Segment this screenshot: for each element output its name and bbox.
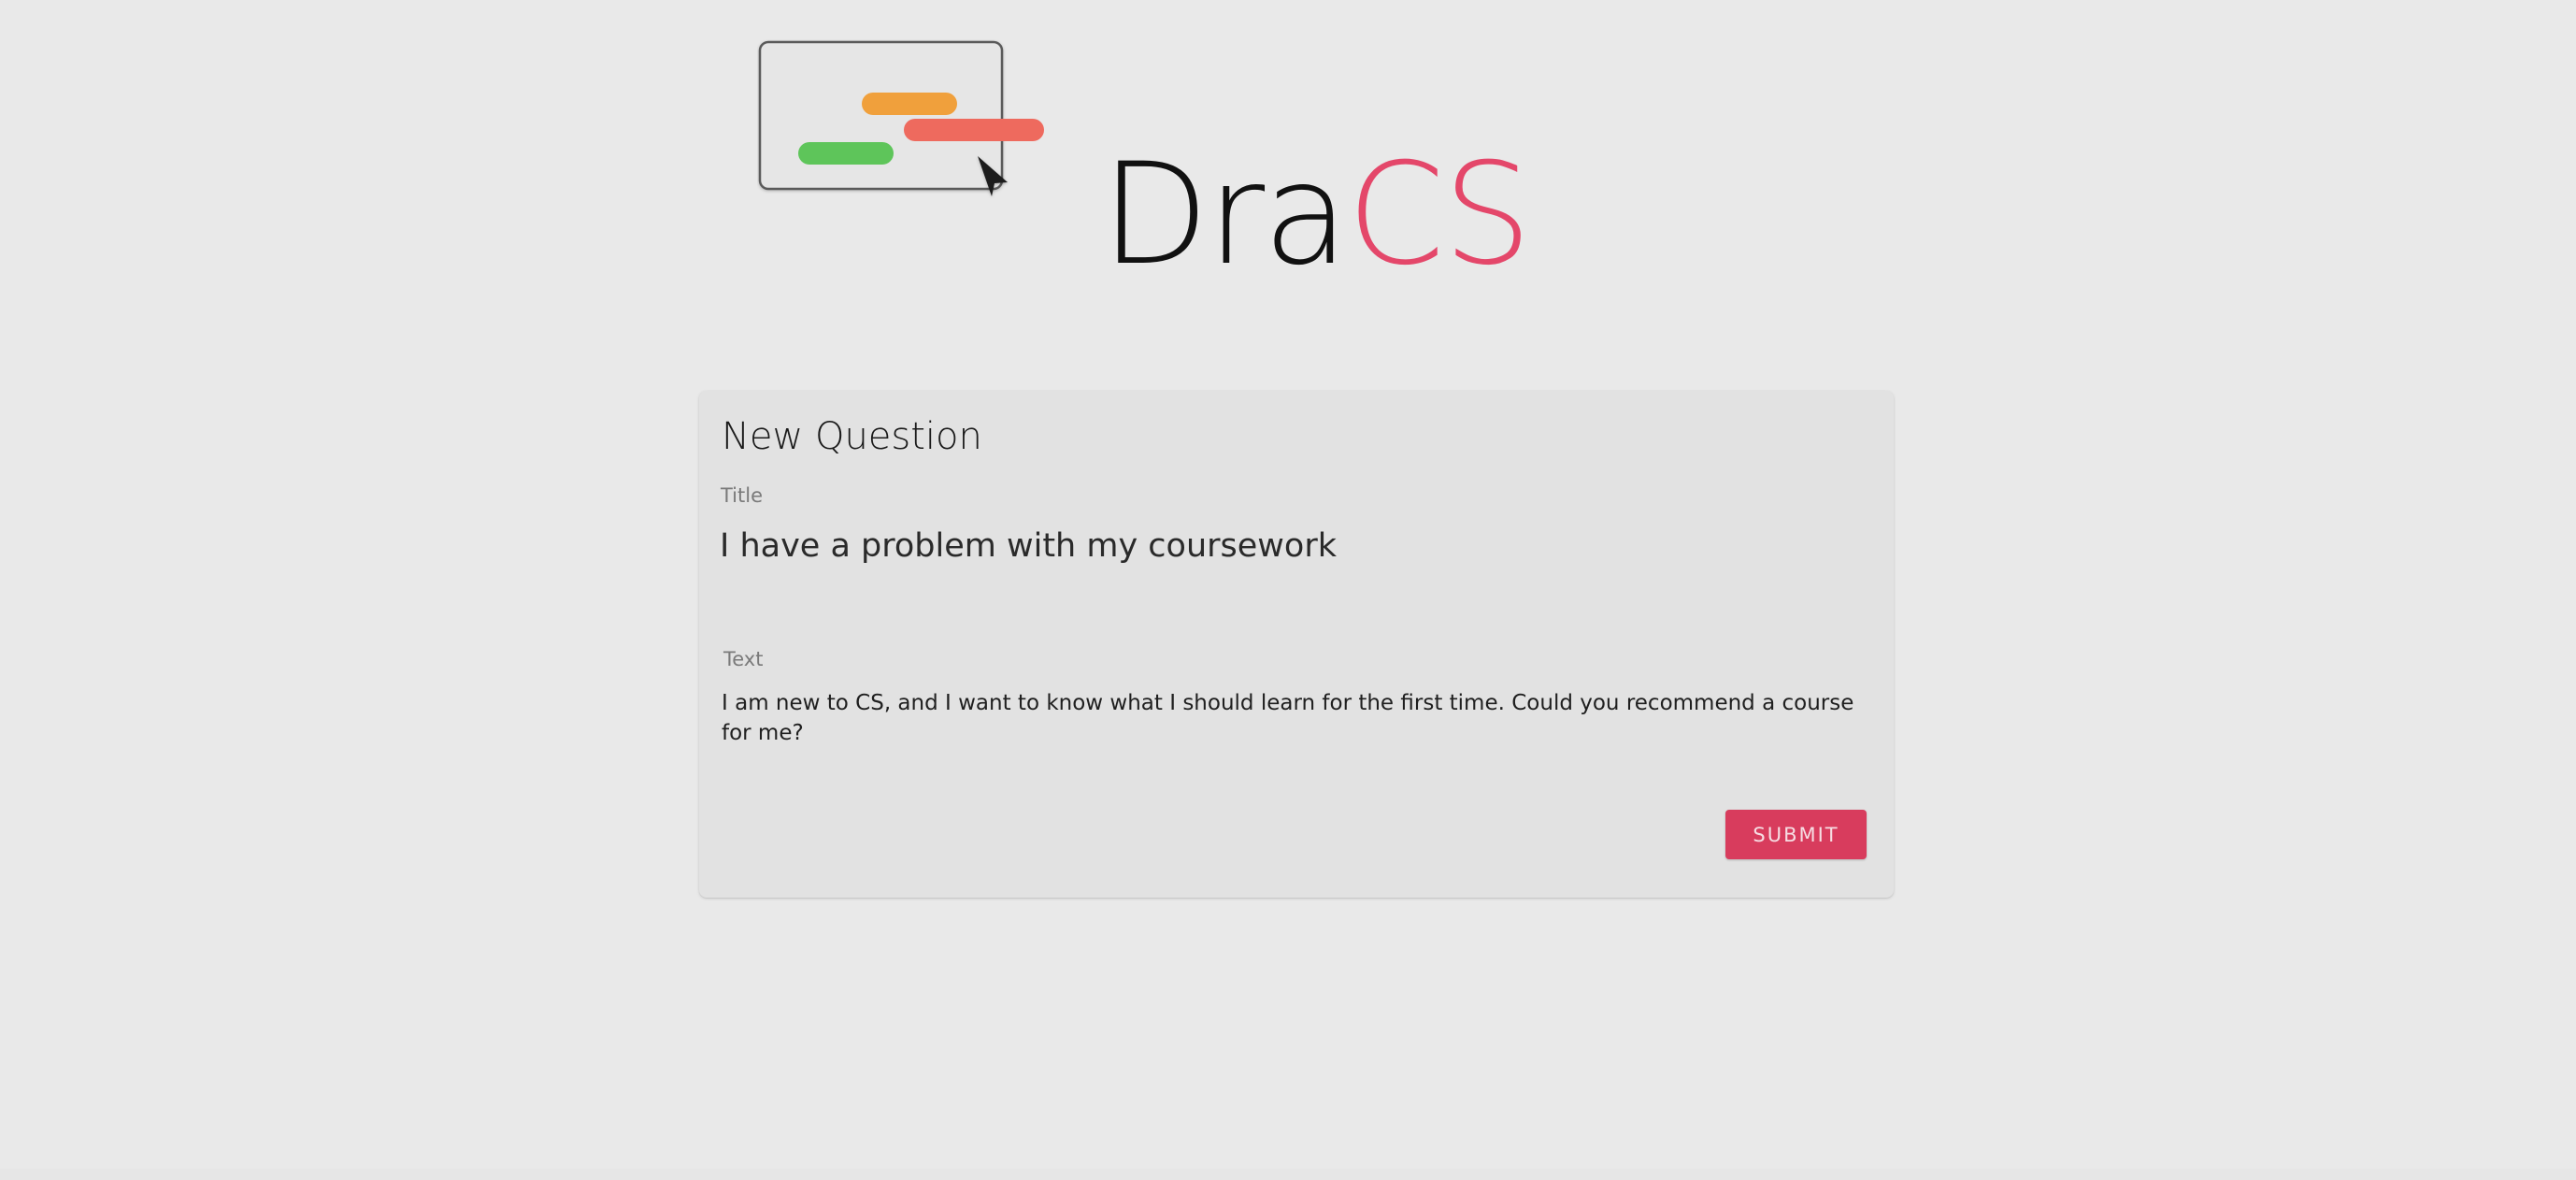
dracs-logo-icon [758, 40, 1044, 196]
title-label: Title [721, 484, 764, 507]
logo-orange-bar [862, 93, 957, 115]
text-textarea[interactable]: I am new to CS, and I want to know what … [722, 688, 1871, 744]
new-question-card: New Question Title Text I am new to CS, … [699, 391, 1894, 898]
submit-button[interactable]: SUBMIT [1725, 810, 1867, 859]
title-input[interactable] [720, 516, 1869, 576]
app-title: DraCS [1101, 131, 1532, 299]
logo-red-bar [904, 119, 1044, 141]
text-label: Text [723, 648, 764, 670]
form-heading: New Question [722, 415, 982, 458]
brand-name-cs: CS [1347, 134, 1532, 296]
bottom-strip [0, 1169, 2576, 1180]
brand-name-dra: Dra [1101, 134, 1349, 296]
logo-green-bar [798, 142, 894, 165]
